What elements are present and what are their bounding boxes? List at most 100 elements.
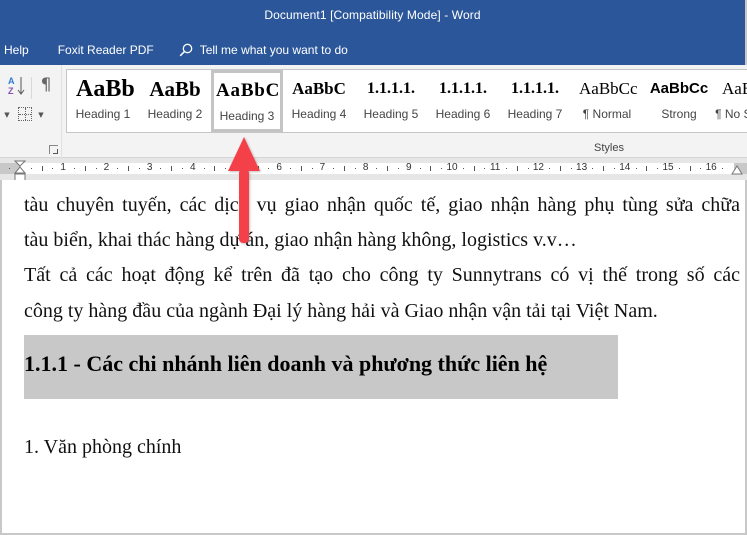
window-title: Document1 [Compatibility Mode] - Word: [264, 8, 481, 22]
horizontal-ruler[interactable]: 1 2 3 4 5 6 7 8 9 10 11 12 13 14 15 16: [0, 162, 747, 174]
style-preview: AaBbCc: [649, 80, 709, 97]
ruler-dot: [570, 168, 572, 169]
ruler-tick: [516, 166, 518, 171]
style-label: Heading 4: [291, 107, 347, 121]
style-label: Heading 2: [147, 107, 203, 121]
ruler-number: 6: [276, 162, 282, 173]
ruler-dot: [484, 168, 486, 169]
ruler-tick: [84, 166, 86, 171]
style-preview: AaBbCc: [722, 79, 747, 98]
style-heading-3[interactable]: AaBbC Heading 3: [211, 70, 283, 132]
ruler-dot: [52, 168, 54, 169]
ruler-dot: [290, 168, 291, 169]
ruler-number: 9: [406, 162, 412, 173]
ruler-tick: [41, 166, 43, 171]
ruler-dot: [225, 168, 227, 169]
tab-foxit-reader-pdf[interactable]: Foxit Reader PDF: [58, 43, 154, 57]
ruler-number: 8: [362, 162, 369, 173]
style-heading-2[interactable]: AaBb Heading 2: [139, 70, 211, 132]
body-text-line: tàu biển, khai thác hàng dự án, giao nhậ…: [24, 229, 577, 251]
style-no-spacing[interactable]: AaBbCc ¶ No Spacing: [715, 70, 747, 132]
ruler-number: 7: [319, 162, 326, 173]
styles-gallery: AaBb Heading 1 AaBb Heading 2 AaBbC Head…: [66, 69, 747, 133]
style-heading-4[interactable]: AaBbC Heading 4: [283, 70, 355, 132]
style-preview: AaBbCc: [579, 79, 638, 98]
ruler-dot: [527, 168, 529, 169]
ruler-dot: [722, 168, 723, 169]
style-heading-1[interactable]: AaBb Heading 1: [67, 70, 139, 132]
tell-me-search[interactable]: Tell me what you want to do: [179, 43, 348, 57]
paragraph-dialog-launcher-icon[interactable]: [49, 145, 58, 154]
ruler-number: 15: [662, 162, 674, 173]
style-label: Heading 6: [435, 107, 491, 121]
ruler-number: 2: [103, 162, 110, 173]
style-heading-7[interactable]: 1.1.1.1. Heading 7: [499, 70, 571, 132]
ruler-tick: [689, 166, 691, 171]
style-label: Heading 3: [219, 109, 275, 123]
style-heading-5[interactable]: 1.1.1.1. Heading 5: [355, 70, 427, 132]
borders-icon[interactable]: [18, 107, 32, 121]
ruler-number: 11: [489, 162, 501, 173]
ruler-number: 1: [60, 162, 66, 173]
style-preview: 1.1.1.1.: [367, 80, 415, 97]
heading-3-paragraph[interactable]: 1.1.1 - Các chi nhánh liên doanh và phươ…: [24, 335, 618, 399]
ruler-number: 10: [446, 162, 458, 173]
ruler-tick: [128, 166, 129, 171]
style-normal[interactable]: AaBbCc ¶ Normal: [571, 70, 643, 132]
tab-help[interactable]: Help: [4, 43, 29, 57]
svg-text:Z: Z: [8, 86, 14, 96]
ruler-number: 4: [190, 162, 196, 173]
ruler-tick: [171, 166, 173, 171]
ruler-dot: [506, 168, 507, 169]
ruler-dot: [117, 168, 119, 169]
ruler-dot: [354, 168, 356, 169]
ribbon-tab-row: Help Foxit Reader PDF Tell me what you w…: [0, 42, 348, 58]
pilcrow-icon[interactable]: ¶: [38, 75, 54, 95]
ruler-tick: [430, 166, 432, 171]
ruler-dot: [419, 168, 421, 169]
document-page[interactable]: tàu chuyên tuyến, các dịch vụ giao nhận …: [0, 180, 747, 535]
sort-az-icon[interactable]: A Z: [7, 75, 27, 97]
borders-dropdown-arrow[interactable]: ▼: [37, 110, 45, 120]
ruler-number: 13: [576, 162, 588, 173]
search-icon: [179, 43, 193, 57]
body-text-line: công ty hàng đầu của ngành Đại lý hàng h…: [24, 300, 658, 322]
separator: [31, 77, 32, 99]
ruler-number: 5: [233, 162, 239, 173]
ruler-tick: [214, 166, 216, 171]
ruler-dot: [95, 168, 97, 169]
ruler-tick: [473, 166, 475, 171]
ruler-dot: [549, 168, 551, 169]
style-label: Strong: [661, 107, 697, 121]
ribbon-home: A Z ¶ ▼ ▼ AaBb Heading 1 AaBb Heading 2 …: [0, 65, 747, 158]
style-preview: 1.1.1.1.: [511, 80, 559, 97]
ruler-dot: [182, 168, 183, 169]
style-label: ¶ No Spacing: [715, 107, 747, 121]
style-strong[interactable]: AaBbCc Strong: [643, 70, 715, 132]
ruler-tick: [646, 166, 648, 171]
style-preview: AaBbC: [216, 80, 281, 101]
ruler-dot: [614, 168, 615, 169]
ruler-tick: [603, 166, 605, 171]
ruler-dot: [462, 168, 464, 169]
svg-text:A: A: [8, 76, 15, 86]
paragraph-group: A Z ¶ ▼ ▼: [0, 65, 62, 158]
ruler-dot: [635, 168, 637, 169]
heading-text: 1.1.1 - Các chi nhánh liên doanh và phươ…: [24, 351, 548, 376]
body-text-line: Tất cả các hoạt động kể trên đã tạo cho …: [24, 264, 740, 286]
ruler-number: 12: [532, 162, 544, 173]
ruler-dot: [268, 168, 270, 169]
shading-dropdown-arrow[interactable]: ▼: [3, 110, 11, 120]
ruler-dot: [376, 168, 378, 169]
right-indent-marker-icon[interactable]: [731, 165, 743, 175]
ruler-dot: [138, 168, 140, 169]
ruler-dot: [203, 168, 205, 169]
ruler-dot: [657, 168, 659, 169]
ruler-dot: [441, 168, 443, 169]
styles-group-label: Styles: [594, 142, 624, 154]
style-heading-6[interactable]: 1.1.1.1. Heading 6: [427, 70, 499, 132]
ruler-tick: [344, 166, 345, 171]
style-label: Heading 1: [75, 107, 131, 121]
title-bar: Document1 [Compatibility Mode] - Word He…: [0, 0, 747, 65]
ruler-number: 3: [146, 162, 153, 173]
